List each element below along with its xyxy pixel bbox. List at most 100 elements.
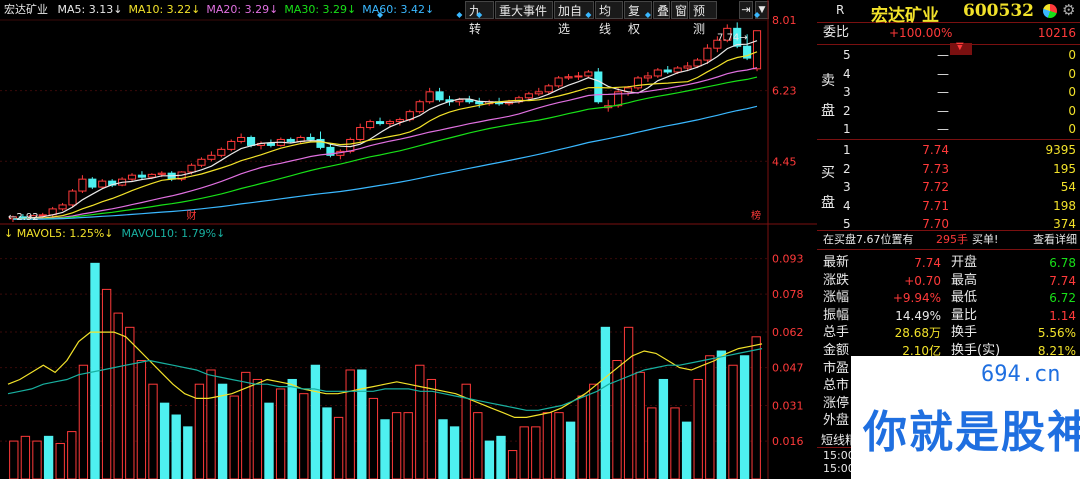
volume-bar[interactable] [600, 326, 611, 479]
candle[interactable] [415, 101, 424, 113]
candle[interactable] [544, 85, 553, 93]
candle[interactable] [137, 174, 147, 178]
candle[interactable] [237, 136, 246, 142]
volume-bar[interactable] [380, 419, 390, 479]
volume-bar[interactable] [101, 288, 112, 479]
volume-bar[interactable] [647, 407, 657, 479]
volume-bar[interactable] [333, 416, 344, 479]
candle[interactable] [375, 121, 385, 125]
candle[interactable] [246, 136, 256, 146]
candle[interactable] [157, 172, 166, 175]
volume-bar[interactable] [681, 421, 692, 479]
candle[interactable] [524, 93, 533, 99]
volume-bar[interactable] [310, 364, 321, 479]
volume-bar[interactable] [368, 397, 379, 479]
candle[interactable] [653, 69, 662, 77]
candle[interactable] [147, 173, 156, 178]
candle[interactable] [306, 136, 315, 140]
big-order-notice[interactable]: 在买盘7.67位置有 295手 买单! 查看详细 [817, 230, 1080, 249]
candle[interactable] [88, 178, 97, 188]
buy-level-row[interactable]: 2 7.73 195 [817, 160, 1080, 178]
candle[interactable] [127, 174, 137, 180]
volume-bar[interactable] [716, 350, 727, 479]
volume-bar[interactable] [55, 442, 65, 479]
volume-bar[interactable] [357, 369, 367, 479]
sell-level-row[interactable]: 4 — 0 [817, 65, 1080, 83]
volume-bar[interactable] [670, 407, 680, 479]
volume-bar[interactable] [67, 431, 77, 479]
candle[interactable] [703, 47, 712, 61]
candle[interactable] [366, 121, 375, 129]
volume-bar[interactable] [183, 426, 193, 479]
volume-bar[interactable] [623, 326, 634, 479]
event-marker-icon[interactable] [456, 12, 463, 18]
volume-bar[interactable] [612, 360, 622, 479]
volume-bar[interactable] [739, 355, 750, 479]
pie-chart-icon[interactable] [1043, 4, 1057, 18]
candle[interactable] [584, 71, 593, 77]
event-marker-icon[interactable] [585, 12, 592, 18]
candle[interactable] [534, 91, 543, 95]
volume-bar[interactable] [705, 355, 715, 479]
finance-marker[interactable]: 财 [187, 209, 197, 222]
volume-bar[interactable] [496, 435, 506, 479]
volume-bar[interactable] [531, 426, 541, 479]
volume-bar[interactable] [635, 371, 645, 479]
volume-bar[interactable] [322, 407, 332, 479]
candle[interactable] [554, 77, 563, 87]
volume-bar[interactable] [125, 326, 135, 479]
volume-bar[interactable] [299, 393, 309, 479]
candle[interactable] [217, 148, 226, 156]
volume-bar[interactable] [565, 421, 576, 479]
volume-bar[interactable] [275, 388, 286, 479]
volume-bar[interactable] [287, 378, 297, 479]
volume-bar[interactable] [159, 402, 170, 479]
candle[interactable] [663, 69, 672, 73]
event-marker-icon[interactable] [754, 12, 761, 18]
volume-bar[interactable] [391, 412, 402, 479]
candle[interactable] [574, 75, 583, 78]
candle[interactable] [683, 65, 692, 69]
candle[interactable] [385, 121, 395, 125]
volume-bar[interactable] [217, 383, 228, 479]
volume-bar[interactable] [9, 440, 19, 479]
candle[interactable] [68, 190, 77, 206]
volume-bar[interactable] [484, 440, 495, 479]
list-marker[interactable]: 榜 [751, 209, 761, 222]
candle[interactable] [356, 127, 365, 140]
sell-level-row[interactable]: 5 — 0 [817, 46, 1080, 64]
volume-bar[interactable] [264, 402, 274, 479]
volume-bar[interactable] [136, 360, 147, 479]
volume-bar[interactable] [20, 435, 31, 479]
volume-bar[interactable] [32, 440, 42, 479]
candle[interactable] [693, 59, 702, 67]
volume-bar[interactable] [449, 426, 460, 479]
view-detail-link[interactable]: 查看详细 [1033, 231, 1077, 249]
candle[interactable] [227, 140, 236, 150]
volume-bar[interactable] [252, 378, 263, 479]
sell-level-row[interactable]: 3 — 0 [817, 83, 1080, 101]
candle[interactable] [207, 154, 216, 160]
volume-bar[interactable] [507, 450, 518, 479]
volume-bar[interactable] [415, 364, 425, 479]
volume-bar[interactable] [728, 364, 738, 479]
buy-level-row[interactable]: 3 7.72 54 [817, 178, 1080, 196]
volume-bar[interactable] [542, 412, 553, 479]
volume-bar[interactable] [426, 378, 437, 479]
volume-bar[interactable] [693, 378, 703, 479]
volume-bar[interactable] [113, 312, 123, 479]
candle[interactable] [395, 119, 404, 123]
volume-bar[interactable] [658, 378, 669, 479]
volume-bar[interactable] [589, 383, 599, 479]
candle[interactable] [98, 180, 107, 188]
candle[interactable] [425, 91, 434, 103]
volume-bar[interactable] [473, 412, 483, 479]
event-marker-icon[interactable] [644, 12, 651, 18]
buy-level-row[interactable]: 1 7.74 9395 [817, 141, 1080, 159]
volume-bar[interactable] [403, 412, 413, 479]
volume-bar[interactable] [519, 426, 529, 479]
sell-level-row[interactable]: 1 — 0 [817, 120, 1080, 138]
candle[interactable] [187, 164, 196, 173]
candle[interactable] [673, 67, 682, 73]
volume-bar[interactable] [577, 395, 587, 479]
